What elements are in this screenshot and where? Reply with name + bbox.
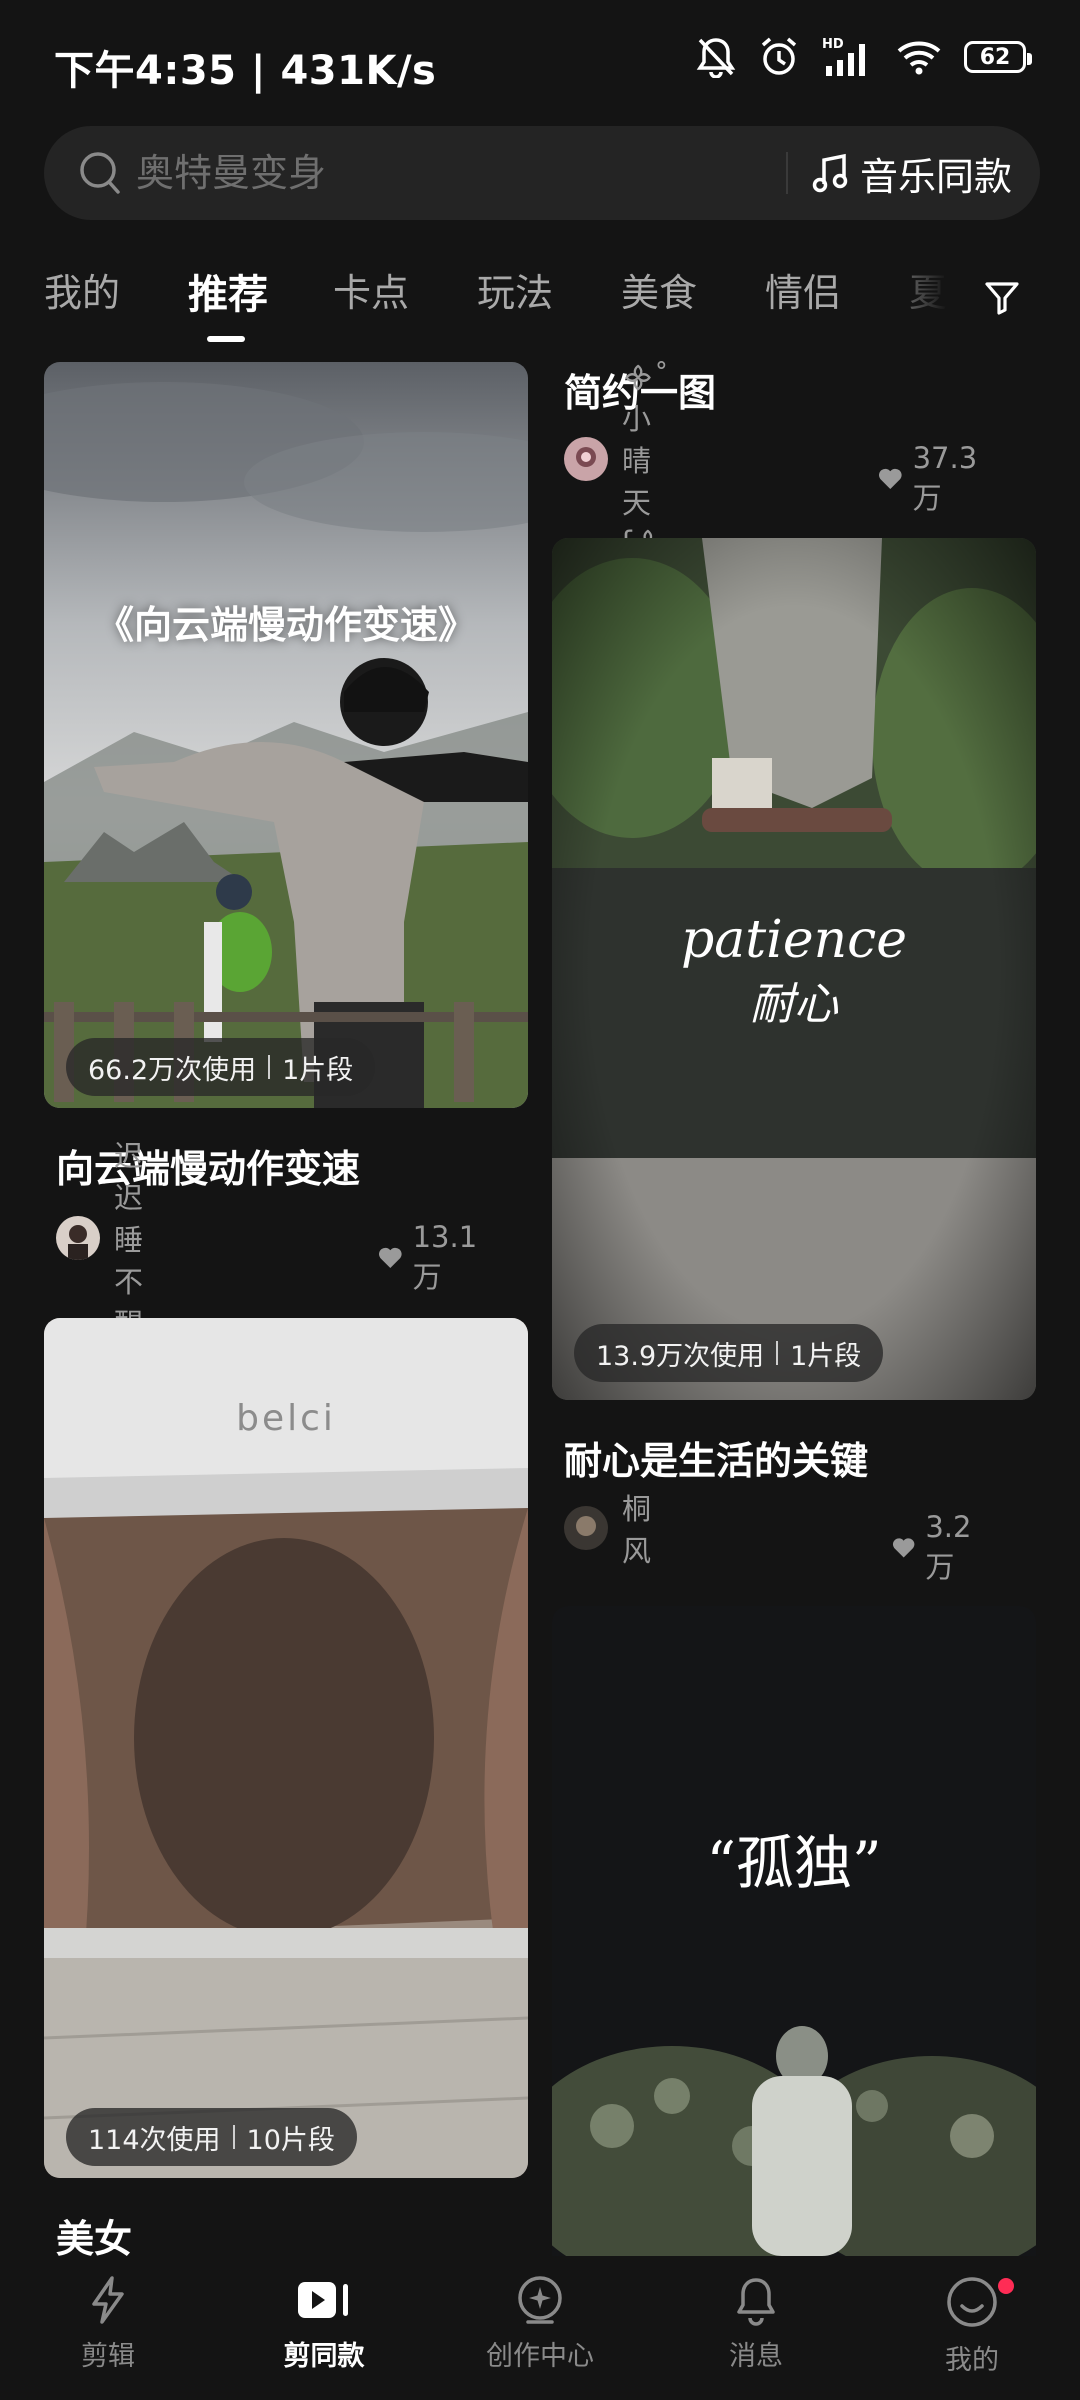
nav-label: 剪辑 bbox=[81, 2341, 135, 2372]
segment-count: 1片段 bbox=[282, 1054, 354, 1086]
tab-food[interactable]: 美食 bbox=[621, 262, 697, 317]
status-bar: 下午4:35 | 431K/s HD 62 bbox=[0, 0, 1080, 120]
usage-pill: 66.2万次使用 1片段 bbox=[66, 1038, 376, 1096]
likes: 3.2万 bbox=[892, 1510, 980, 1586]
nav-label: 剪同款 bbox=[283, 2341, 365, 2372]
wifi-icon bbox=[897, 41, 941, 75]
nav-label: 创作中心 bbox=[486, 2341, 594, 2372]
segment-count: 1片段 bbox=[790, 1340, 862, 1372]
pill-separator bbox=[232, 2125, 235, 2149]
mute-bell-icon bbox=[696, 38, 736, 78]
thumbnail-caption-en: patience bbox=[681, 910, 907, 970]
heart-icon bbox=[379, 1247, 402, 1268]
bottom-navigation: 剪辑 剪同款 创作中心 消息 我的 bbox=[0, 2256, 1080, 2400]
cloud-mountain-image bbox=[44, 362, 528, 1108]
status-time-speed: 下午4:35 | 431K/s bbox=[54, 48, 437, 94]
music-same-label: 音乐同款 bbox=[860, 154, 1013, 199]
author-name[interactable]: 迟迟睡不醒 bbox=[114, 1133, 143, 1343]
search-input[interactable]: 奥特曼变身 bbox=[136, 146, 326, 200]
smile-profile-icon bbox=[947, 2277, 997, 2327]
music-note-icon bbox=[812, 153, 848, 193]
template-thumbnail[interactable]: belci 114次使用 10片段 bbox=[44, 1318, 528, 2178]
author-row[interactable]: ᯽˚小晴天ʃ᯽ bbox=[564, 360, 669, 559]
template-thumbnail[interactable]: “孤独” bbox=[552, 1606, 1036, 2256]
alarm-icon bbox=[761, 37, 797, 75]
bell-icon bbox=[737, 2278, 775, 2326]
signal-icon: HD bbox=[822, 37, 865, 76]
template-feed-screen: 下午4:35 | 431K/s HD 62 奥特曼变身 音乐同款 我的 推荐 卡… bbox=[0, 0, 1080, 2400]
tabs-fade bbox=[870, 250, 980, 340]
avatar[interactable] bbox=[56, 1216, 100, 1260]
avatar[interactable] bbox=[564, 1506, 608, 1550]
likes: 13.1万 bbox=[378, 1220, 485, 1296]
template-title[interactable]: 耐心是生活的关键 bbox=[564, 1430, 868, 1485]
thumbnail-caption: 《向云端慢动作变速》 bbox=[95, 603, 476, 647]
template-play-icon bbox=[298, 2282, 348, 2318]
heart-icon bbox=[892, 1538, 915, 1558]
bathroom-image bbox=[44, 1318, 528, 2178]
notification-badge bbox=[998, 2278, 1014, 2294]
likes-count: 3.2万 bbox=[925, 1510, 972, 1584]
tab-beat[interactable]: 卡点 bbox=[333, 262, 409, 317]
tab-recommend[interactable]: 推荐 bbox=[188, 262, 268, 320]
tab-mine[interactable]: 我的 bbox=[44, 262, 120, 317]
search-icon bbox=[80, 152, 120, 194]
template-thumbnail[interactable]: patience 耐心 13.9万次使用 1片段 bbox=[552, 538, 1036, 1400]
likes: 37.3万 bbox=[878, 441, 985, 517]
pill-separator bbox=[268, 1055, 271, 1079]
usage-pill: 114次使用 10片段 bbox=[66, 2108, 357, 2166]
nav-label: 消息 bbox=[729, 2341, 783, 2372]
music-same-button[interactable]: 音乐同款 bbox=[812, 144, 1012, 202]
usage-count: 13.9万次使用 bbox=[596, 1340, 765, 1372]
search-divider bbox=[786, 152, 788, 194]
create-center-icon bbox=[518, 2276, 562, 2324]
likes-count: 13.1万 bbox=[412, 1220, 478, 1294]
avatar[interactable] bbox=[564, 437, 608, 481]
usage-count: 66.2万次使用 bbox=[88, 1054, 257, 1086]
nav-template[interactable]: 剪同款 bbox=[244, 2274, 404, 2373]
filter-icon[interactable] bbox=[982, 278, 1022, 318]
thumbnail-caption: belci bbox=[236, 1398, 336, 1439]
likes-count: 37.3万 bbox=[912, 441, 978, 515]
search-bar[interactable]: 奥特曼变身 音乐同款 bbox=[44, 126, 1040, 220]
thumbnail-caption: “孤独” bbox=[706, 1829, 882, 1897]
template-title[interactable]: 美女 bbox=[56, 2208, 132, 2263]
author-name[interactable]: 桐风 bbox=[622, 1486, 651, 1570]
nav-messages[interactable]: 消息 bbox=[676, 2274, 836, 2373]
lightning-icon bbox=[92, 2276, 124, 2324]
segment-count: 10片段 bbox=[246, 2124, 335, 2156]
hd-label: HD bbox=[822, 37, 844, 52]
status-icons: HD 62 bbox=[696, 36, 1032, 78]
pill-separator bbox=[776, 1341, 779, 1365]
tab-gameplay[interactable]: 玩法 bbox=[477, 262, 553, 317]
tab-couple[interactable]: 情侣 bbox=[765, 262, 841, 317]
battery-level: 62 bbox=[979, 44, 1011, 70]
usage-count: 114次使用 bbox=[88, 2124, 221, 2156]
nav-edit[interactable]: 剪辑 bbox=[28, 2274, 188, 2373]
author-name[interactable]: ᯽˚小晴天ʃ᯽ bbox=[622, 357, 669, 561]
night-bokeh-image bbox=[552, 1606, 1036, 2256]
active-tab-indicator bbox=[207, 336, 245, 342]
template-title[interactable]: 向云端慢动作变速 bbox=[56, 1138, 360, 1193]
usage-pill: 13.9万次使用 1片段 bbox=[574, 1324, 884, 1382]
nav-create-center[interactable]: 创作中心 bbox=[460, 2274, 620, 2373]
heart-icon bbox=[879, 468, 902, 489]
thumbnail-caption-cn: 耐心 bbox=[750, 979, 838, 1030]
author-row[interactable]: 桐风 bbox=[564, 1492, 651, 1568]
nav-profile[interactable]: 我的 bbox=[892, 2274, 1052, 2377]
author-row[interactable]: 迟迟睡不醒 bbox=[56, 1139, 143, 1341]
nav-label: 我的 bbox=[945, 2345, 999, 2376]
battery-icon: 62 bbox=[964, 41, 1032, 73]
template-thumbnail[interactable]: 《向云端慢动作变速》 66.2万次使用 1片段 bbox=[44, 362, 528, 1108]
